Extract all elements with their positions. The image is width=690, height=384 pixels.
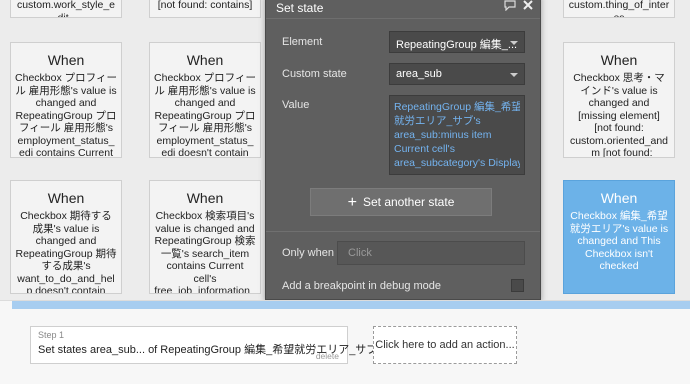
set-another-state-button[interactable]: + Set another state <box>310 188 492 216</box>
value-expression-line[interactable]: area_subcategory's Display <box>394 156 520 170</box>
event-card-desc: custom.work_style_edit_ <box>16 0 116 18</box>
event-card-desc: Checkbox プロフィール 雇用形態's value is changed … <box>15 72 117 158</box>
workflow-actions-bar: Step 1 Set states area_sub... of Repeati… <box>0 300 690 384</box>
chevron-down-icon <box>510 41 518 45</box>
event-card-when: When <box>600 52 638 68</box>
event-card-desc: Checkbox 編集_希望就労エリア's value is changed a… <box>569 210 669 272</box>
value-expression-line[interactable]: RepeatingGroup 編集_希望 <box>394 100 520 114</box>
value-expression-line[interactable]: area_sub:minus item <box>394 128 520 142</box>
panel-title: Set state <box>276 1 324 15</box>
close-icon[interactable] <box>522 0 534 11</box>
element-label: Element <box>282 36 323 48</box>
event-card-top-1[interactable]: custom.work_style_edit_ <box>10 0 122 18</box>
event-card-row2-2[interactable]: When Checkbox 検索項目's value is changed an… <box>149 180 261 294</box>
set-state-panel: Set state Element RepeatingGroup 編集_... … <box>265 0 541 300</box>
only-when-placeholder: Click <box>348 247 372 259</box>
event-card-top-2[interactable]: [not found: contains] <box>149 0 261 18</box>
event-card-desc: Checkbox 思考・マインド's value is changed and … <box>569 72 669 158</box>
step-label: Step 1 <box>38 330 65 340</box>
value-label: Value <box>282 99 310 111</box>
add-action-label: Click here to add an action... <box>375 339 515 351</box>
panel-divider <box>266 231 540 232</box>
event-card-when: When <box>47 52 85 68</box>
event-card-top-3[interactable]: custom.thing_of_interes <box>563 0 675 18</box>
only-when-label: Only when <box>282 247 334 259</box>
plus-icon: + <box>347 194 357 211</box>
element-dropdown-value: RepeatingGroup 編集_... <box>396 39 518 51</box>
event-card-when: When <box>186 190 224 206</box>
custom-state-dropdown[interactable]: area_sub <box>389 63 525 85</box>
breakpoint-checkbox[interactable] <box>511 279 524 292</box>
event-card-row2-1[interactable]: When Checkbox 期待する成果's value is changed … <box>10 180 122 294</box>
panel-header: Set state <box>266 0 540 19</box>
event-card-desc: Checkbox 検索項目's value is changed and Rep… <box>154 210 256 294</box>
element-dropdown[interactable]: RepeatingGroup 編集_... <box>389 31 525 53</box>
event-card-row1-3[interactable]: When Checkbox 思考・マインド's value is changed… <box>563 42 675 158</box>
workflow-step-1[interactable]: Step 1 Set states area_sub... of Repeati… <box>30 326 377 364</box>
event-card-desc: custom.thing_of_interes <box>568 0 670 18</box>
comment-icon[interactable] <box>504 0 516 12</box>
value-expression-line[interactable]: 就労エリア_サブ's <box>394 114 520 128</box>
set-another-state-label: Set another state <box>362 195 455 209</box>
event-card-desc: [not found: contains] <box>157 0 253 11</box>
value-expression-line[interactable]: Current cell's <box>394 142 520 156</box>
event-card-row2-3-selected[interactable]: When Checkbox 編集_希望就労エリア's value is chan… <box>563 180 675 294</box>
event-card-when: When <box>47 190 85 206</box>
event-card-row1-1[interactable]: When Checkbox プロフィール 雇用形態's value is cha… <box>10 42 122 158</box>
workflow-accent-line <box>12 301 690 309</box>
workflow-editor-canvas: custom.work_style_edit_ [not found: cont… <box>0 0 690 384</box>
delete-step-link[interactable]: delete <box>316 351 339 361</box>
value-expression-box[interactable]: RepeatingGroup 編集_希望 就労エリア_サブ's area_sub… <box>389 95 525 175</box>
event-card-row1-2[interactable]: When Checkbox プロフィール 雇用形態's value is cha… <box>149 42 261 158</box>
event-card-desc: Checkbox 期待する成果's value is changed and R… <box>15 210 117 294</box>
only-when-input[interactable]: Click <box>337 241 525 265</box>
custom-state-dropdown-value: area_sub <box>396 68 442 80</box>
event-card-desc: Checkbox プロフィール 雇用形態's value is changed … <box>154 72 256 158</box>
add-action-button[interactable]: Click here to add an action... <box>373 326 517 364</box>
event-card-when: When <box>186 52 224 68</box>
event-card-when: When <box>600 190 638 206</box>
custom-state-label: Custom state <box>282 68 347 80</box>
breakpoint-label: Add a breakpoint in debug mode <box>282 280 442 292</box>
chevron-down-icon <box>510 73 518 77</box>
